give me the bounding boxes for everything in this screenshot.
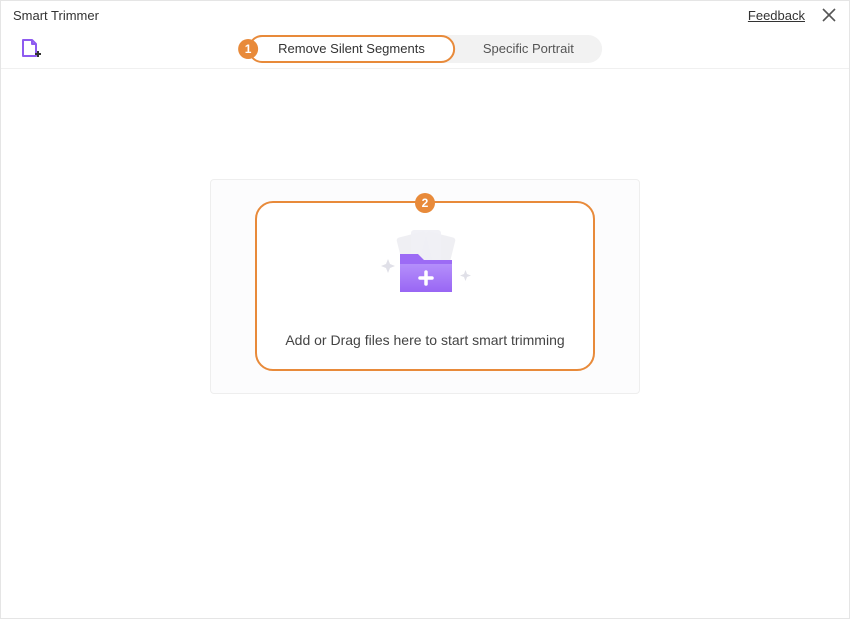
annotation-badge-2: 2 [415,193,435,213]
file-dropzone[interactable]: 2 [255,201,595,371]
tab-remove-silent-segments[interactable]: Remove Silent Segments [248,35,455,63]
toolbar: 1 Remove Silent Segments Specific Portra… [1,29,849,69]
annotation-badge-1: 1 [238,39,258,59]
window-title: Smart Trimmer [13,8,99,23]
add-file-icon[interactable] [19,38,41,60]
folder-add-icon [370,230,480,308]
content-area: 2 [1,69,849,618]
close-icon[interactable] [821,7,837,23]
tab-specific-portrait[interactable]: Specific Portrait [455,35,602,63]
titlebar-actions: Feedback [748,7,837,23]
title-bar: Smart Trimmer Feedback [1,1,849,29]
tab-group: Remove Silent Segments Specific Portrait [248,35,602,63]
dropzone-text: Add or Drag files here to start smart tr… [285,332,564,348]
feedback-link[interactable]: Feedback [748,8,805,23]
drop-panel: 2 [210,179,640,394]
tabs-container: 1 Remove Silent Segments Specific Portra… [248,35,602,63]
main-window: Smart Trimmer Feedback 1 Remove Sile [0,0,850,619]
